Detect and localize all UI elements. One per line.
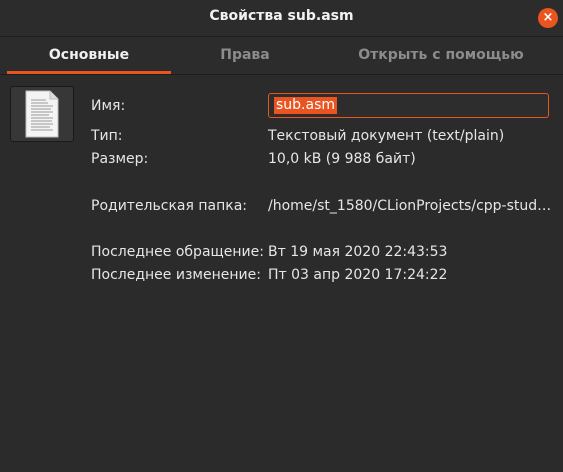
last-accessed-value: Вт 19 мая 2020 22:43:53 — [268, 244, 448, 260]
parent-folder-label: Родительская папка: — [91, 198, 247, 214]
basic-tab-content: Имя: sub.asm Тип: Текстовый документ (te… — [0, 75, 563, 472]
parent-folder-value: /home/st_1580/CLionProjects/cpp-stud… — [268, 198, 552, 214]
name-field-selected-text: sub.asm — [274, 97, 338, 114]
last-accessed-label: Последнее обращение: — [91, 244, 264, 260]
tab-basic[interactable]: Основные — [7, 37, 171, 74]
size-value: 10,0 kB (9 988 байт) — [268, 151, 416, 167]
name-field[interactable]: sub.asm — [268, 93, 549, 118]
tab-bar: Основные Права Открыть с помощью — [0, 37, 563, 75]
last-modified-label: Последнее изменение: — [91, 267, 261, 283]
tab-permissions[interactable]: Права — [175, 37, 315, 74]
window-title: Свойства sub.asm — [209, 8, 354, 24]
close-button[interactable]: × — [538, 8, 558, 28]
titlebar: Свойства sub.asm × — [0, 0, 563, 37]
file-icon-button[interactable] — [10, 86, 74, 142]
type-label: Тип: — [91, 128, 123, 144]
name-label: Имя: — [91, 98, 126, 114]
close-icon: × — [542, 10, 554, 25]
tab-open-with[interactable]: Открыть с помощью — [325, 37, 557, 74]
size-label: Размер: — [91, 151, 149, 167]
last-modified-value: Пт 03 апр 2020 17:24:22 — [268, 267, 448, 283]
properties-dialog: Свойства sub.asm × Основные Права Открыт… — [0, 0, 563, 472]
text-document-icon — [25, 90, 59, 138]
type-value: Текстовый документ (text/plain) — [268, 128, 505, 144]
